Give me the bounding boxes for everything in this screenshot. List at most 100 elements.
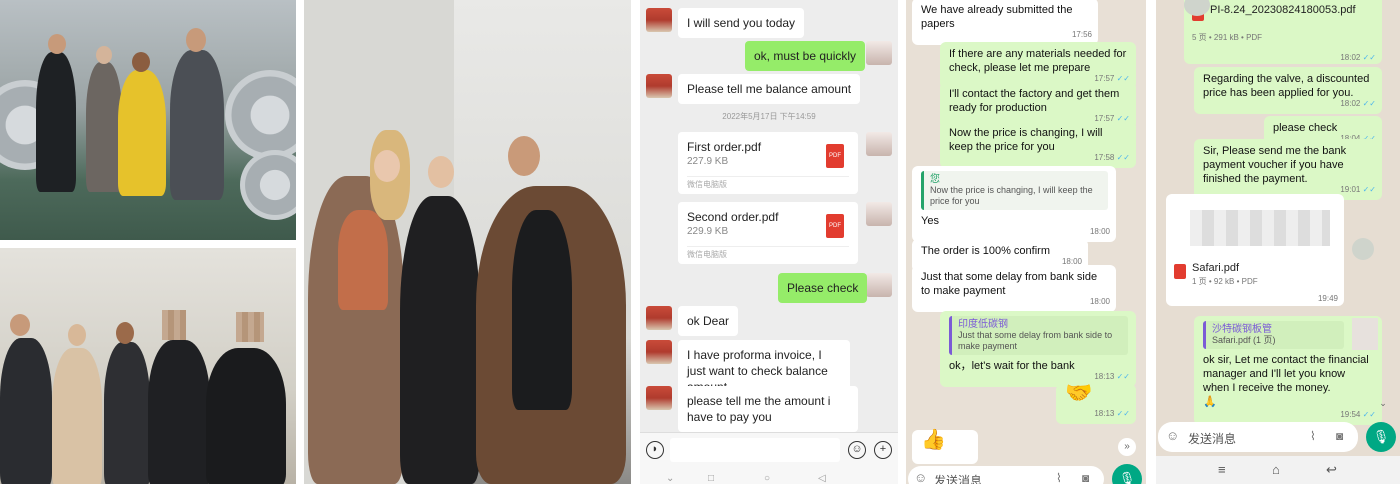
emoji-icon[interactable]: ☺ xyxy=(848,441,866,459)
file-source: 微信电脑版 xyxy=(687,246,849,260)
message-text: Just that some delay from bank side to m… xyxy=(921,271,1098,297)
message-time: 18:13 ✓✓ xyxy=(1094,372,1130,381)
message-text: Yes xyxy=(921,215,939,227)
quoted-message[interactable]: 您 Now the price is changing, I will keep… xyxy=(921,171,1108,210)
my-avatar xyxy=(866,202,892,226)
home-circle-icon[interactable]: ○ xyxy=(764,473,770,484)
message-text: The order is 100% confirm xyxy=(921,245,1050,257)
double-check-icon: ✓✓ xyxy=(1116,409,1130,418)
input-bar: ◗ ☺ + ⌄ □ ○ ◁ xyxy=(640,432,898,484)
message-placeholder: 发送消息 xyxy=(934,474,983,484)
back-chevron-icon[interactable]: ⌄ xyxy=(666,473,674,484)
message-bubble: Please tell me balance amount xyxy=(678,74,861,104)
scroll-down-icon[interactable]: » xyxy=(1118,438,1136,456)
message-bubble-sent: ok, must be quickly xyxy=(745,41,866,71)
square-icon[interactable]: □ xyxy=(708,473,714,484)
quote-thumbnail xyxy=(1352,318,1378,350)
file-source: 微信电脑版 xyxy=(687,176,849,190)
add-icon[interactable]: + xyxy=(874,441,892,459)
pray-emoji: 🙏 xyxy=(1203,396,1217,408)
pdf-icon: PDF xyxy=(826,214,844,238)
menu-icon[interactable]: ≡ xyxy=(1218,462,1226,477)
quoted-message[interactable]: 印度低碳钢 Just that some delay from bank sid… xyxy=(949,316,1128,355)
file-name: First order.pdf xyxy=(687,140,762,154)
message-text: We have already submitted the papers xyxy=(921,4,1073,30)
message-bubble: ok Dear xyxy=(678,306,739,336)
system-nav-bar: ≡ ⌂ ↩ xyxy=(1156,456,1400,484)
handshake-emoji: 🤝 xyxy=(1065,380,1093,405)
message-time: 19:49 xyxy=(1317,294,1338,303)
file-meta: 1 页 • 92 kB • PDF xyxy=(1192,277,1258,286)
pdf-icon xyxy=(1174,264,1186,279)
message-time: 17:58 ✓✓ xyxy=(1094,153,1130,162)
chat-timestamp: 2022年5月17日 下午14:59 xyxy=(722,112,816,121)
message-text: I'll contact the factory and get them re… xyxy=(949,88,1120,114)
contact-avatar xyxy=(646,74,672,98)
file-name: PI-8.24_20230824180053.pdf xyxy=(1210,4,1356,16)
camera-icon[interactable]: ◙ xyxy=(1336,429,1343,443)
message-input[interactable]: ☺ 发送消息 ⌇ ◙ xyxy=(1158,422,1358,452)
message-bubble-sent: Sir, Please send me the bank payment vou… xyxy=(1194,139,1382,200)
file-meta: 5 页 • 291 kB • PDF xyxy=(1192,33,1263,42)
file-attachment[interactable]: First order.pdf 227.9 KB PDF 微信电脑版 xyxy=(678,132,858,194)
emoji-message-sent: 🤝 18:13 ✓✓ xyxy=(1056,382,1136,424)
paperclip-icon[interactable]: ⌇ xyxy=(1310,429,1316,443)
message-bubble-sent: Now the price is changing, I will keep t… xyxy=(940,121,1136,168)
message-bubble: please tell me the amount i have to pay … xyxy=(678,386,858,432)
message-time: 19:01 ✓✓ xyxy=(1340,185,1376,194)
message-text: If there are any materials needed for ch… xyxy=(949,48,1127,74)
paperclip-icon[interactable]: ⌇ xyxy=(1056,471,1062,484)
message-bubble-sent: Regarding the valve, a discounted price … xyxy=(1194,67,1382,114)
message-placeholder: 发送消息 xyxy=(1188,432,1237,446)
file-attachment[interactable]: Second order.pdf 229.9 KB PDF 微信电脑版 xyxy=(678,202,858,264)
message-time: 18:02 ✓✓ xyxy=(1340,53,1376,62)
message-text: ok，let's wait for the bank xyxy=(949,360,1075,372)
file-message-sent[interactable]: PI-8.24_20230824180053.pdf 5 页 • 291 kB … xyxy=(1184,0,1382,64)
message-bubble: Just that some delay from bank side to m… xyxy=(912,265,1116,312)
message-time: 18:00 xyxy=(1089,227,1110,236)
whatsapp-chat-screenshot-2: PI-8.24_20230824180053.pdf 5 页 • 291 kB … xyxy=(1156,0,1400,484)
message-text: Now the price is changing, I will keep t… xyxy=(949,127,1103,153)
wechat-chat-screenshot: I will send you today ok, must be quickl… xyxy=(640,0,898,484)
scroll-down-icon[interactable]: ⌄ xyxy=(1374,398,1392,414)
quote-author: 您 xyxy=(930,174,940,185)
message-time: 19:54 ✓✓ xyxy=(1340,410,1376,419)
thumbs-up-emoji: 👍 xyxy=(921,429,946,451)
quote-text: Just that some delay from bank side to m… xyxy=(958,330,1113,351)
message-bubble: We have already submitted the papers 17:… xyxy=(912,0,1098,45)
quoted-message[interactable]: 沙特碳钢板管 Safari.pdf (1 页) xyxy=(1203,321,1344,349)
contact-avatar xyxy=(646,386,672,410)
home-icon[interactable]: ⌂ xyxy=(1272,462,1280,477)
my-avatar xyxy=(866,273,892,297)
file-name: Safari.pdf xyxy=(1192,262,1240,274)
pdf-icon: PDF xyxy=(826,144,844,168)
message-bubble-reply-sent: 印度低碳钢 Just that some delay from bank sid… xyxy=(940,311,1136,387)
quote-author: 沙特碳钢板管 xyxy=(1212,324,1272,335)
message-input[interactable] xyxy=(670,438,840,462)
my-avatar xyxy=(866,132,892,156)
message-text: Regarding the valve, a discounted price … xyxy=(1203,73,1370,99)
quote-author: 印度低碳钢 xyxy=(958,319,1008,330)
mic-button[interactable]: 🎙 xyxy=(1112,464,1142,484)
back-triangle-icon[interactable]: ◁ xyxy=(818,473,826,484)
mic-button[interactable]: 🎙 xyxy=(1366,422,1396,452)
message-input[interactable]: ☺ 发送消息 ⌇ ◙ xyxy=(908,466,1104,484)
file-size: 227.9 KB xyxy=(687,156,729,167)
back-icon[interactable]: ↩ xyxy=(1326,462,1337,478)
visitors-photo xyxy=(304,0,631,484)
file-name: Second order.pdf xyxy=(687,210,779,224)
message-time: 18:13 ✓✓ xyxy=(1094,409,1130,418)
camera-icon[interactable]: ◙ xyxy=(1082,471,1089,484)
emoji-icon[interactable]: ☺ xyxy=(914,470,927,484)
forward-icon[interactable] xyxy=(1352,238,1374,260)
message-text: ok sir, Let me contact the financial man… xyxy=(1203,354,1369,394)
file-preview xyxy=(1190,210,1330,246)
message-bubble: I will send you today xyxy=(678,8,805,38)
voice-icon[interactable]: ◗ xyxy=(646,441,664,459)
emoji-icon[interactable]: ☺ xyxy=(1166,428,1179,443)
file-message[interactable]: Safari.pdf 1 页 • 92 kB • PDF 19:49 xyxy=(1166,194,1344,306)
contact-avatar xyxy=(646,306,672,330)
double-check-icon: ✓✓ xyxy=(1116,372,1130,381)
message-time: 18:00 xyxy=(1089,297,1110,306)
office-group-photo xyxy=(0,248,296,484)
